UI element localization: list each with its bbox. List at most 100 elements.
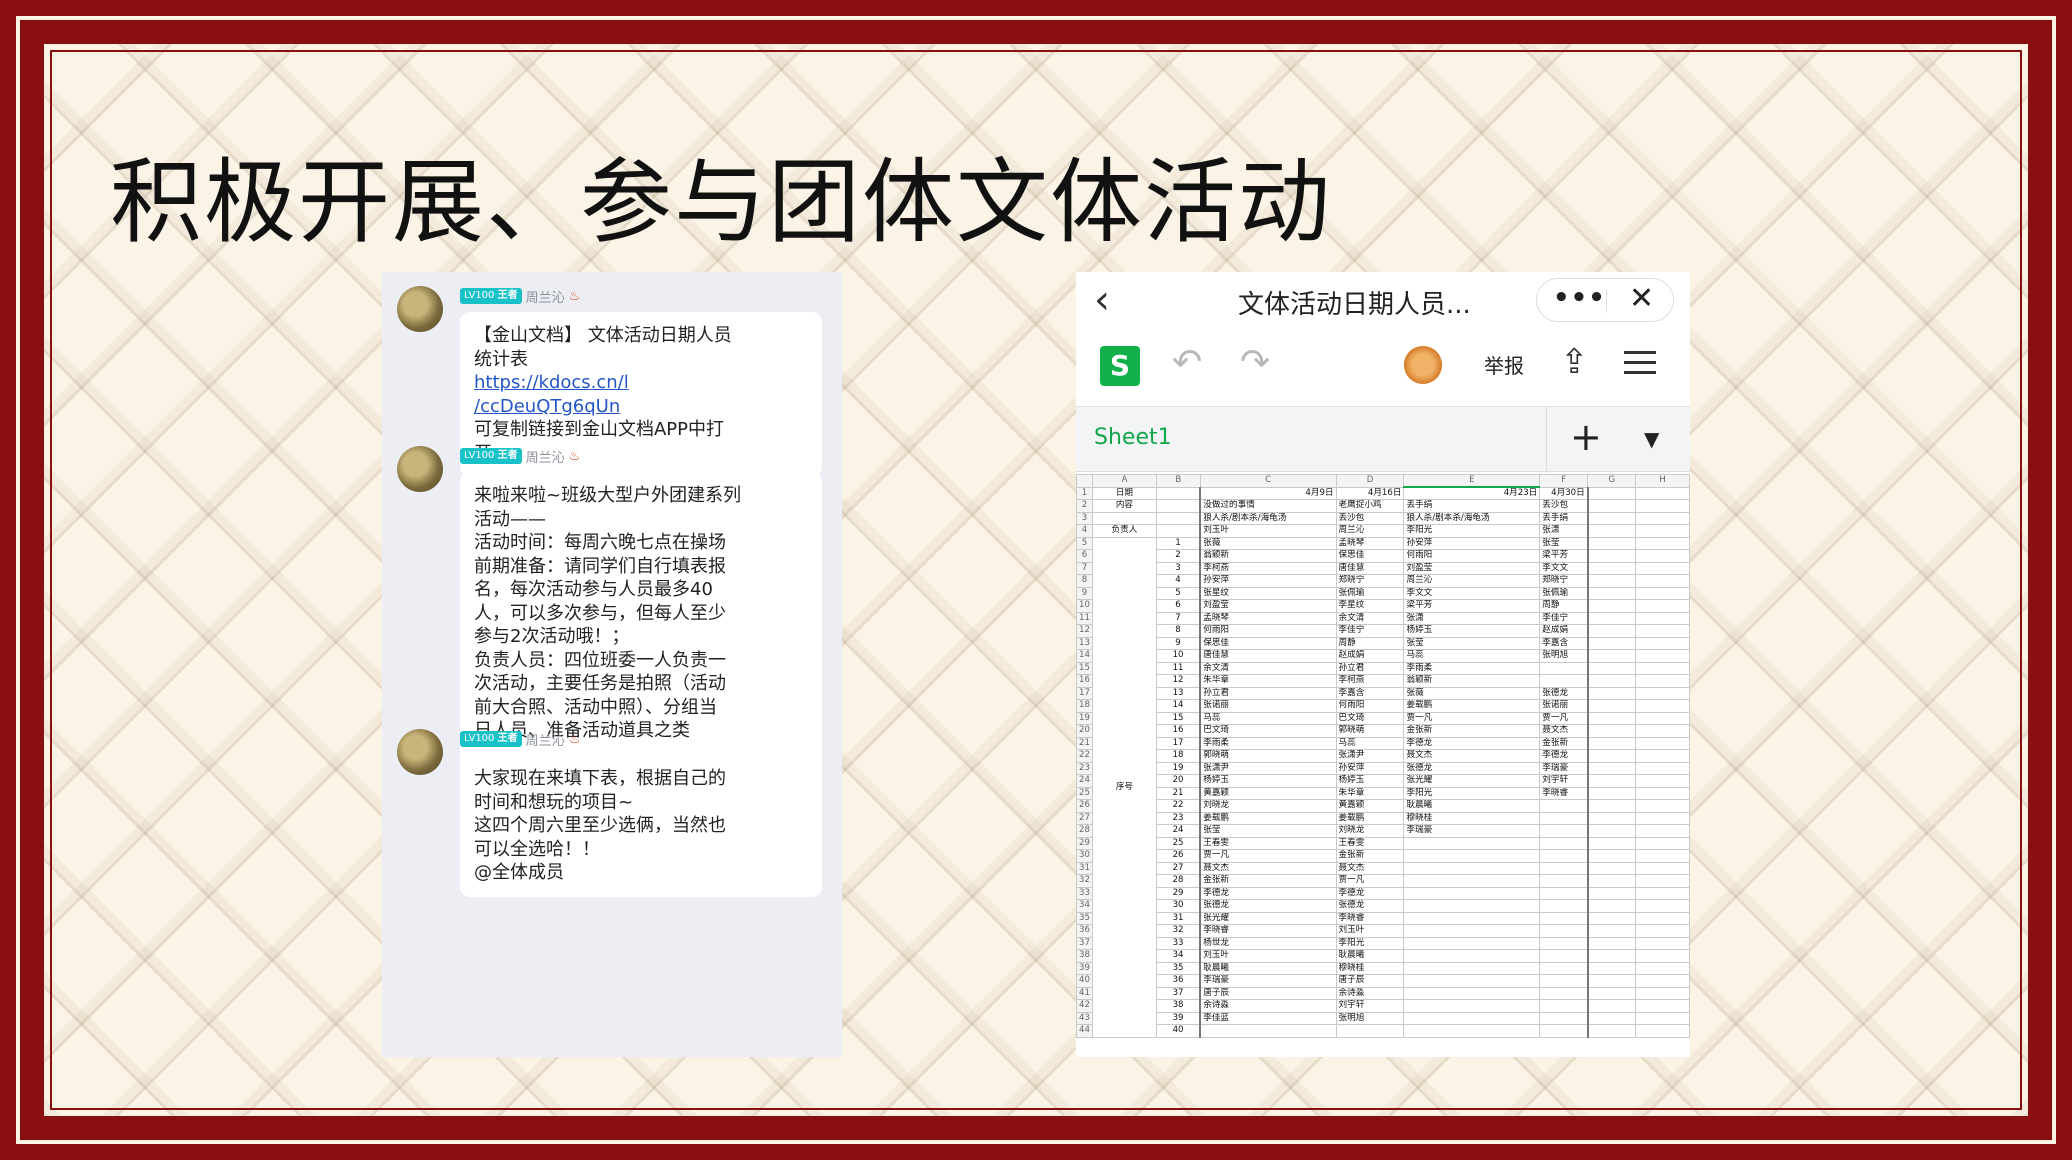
cell[interactable]: 刘晓龙 — [1199, 799, 1337, 813]
row-number[interactable]: 27 — [1076, 811, 1093, 825]
cell[interactable] — [1635, 524, 1690, 538]
cell[interactable]: 贾一凡 — [1335, 874, 1405, 888]
cell[interactable]: 郭晓萌 — [1335, 724, 1405, 738]
cell[interactable]: 21 — [1155, 786, 1202, 800]
cell[interactable]: 刘盈莹 — [1403, 561, 1541, 575]
cell[interactable]: 李佳宁 — [1539, 611, 1589, 625]
cell[interactable]: 孙安萍 — [1335, 761, 1405, 775]
cell[interactable] — [1403, 886, 1541, 900]
cell[interactable]: 马蕊 — [1335, 736, 1405, 750]
cell[interactable]: 李瑞豪 — [1403, 824, 1541, 838]
cell[interactable]: 贾一凡 — [1539, 711, 1589, 725]
cell[interactable]: 孟晓琴 — [1199, 611, 1337, 625]
cell[interactable] — [1635, 986, 1690, 1000]
cell[interactable]: 13 — [1155, 686, 1202, 700]
cell[interactable] — [1635, 711, 1690, 725]
cell[interactable]: 4月9日 — [1199, 486, 1337, 500]
cell[interactable]: 黄嘉颖 — [1199, 786, 1337, 800]
cell[interactable]: 李瑞豪 — [1539, 761, 1589, 775]
cell-table[interactable]: A B C D E F G H 1 日期 4月9日 4月16日 4月23日 4月30日 2 内容 没做过的事情老… — [1076, 474, 1690, 1038]
cell[interactable] — [1635, 799, 1690, 813]
cell[interactable]: 李文文 — [1539, 561, 1589, 575]
cell[interactable]: 李文文 — [1403, 586, 1541, 600]
cell[interactable] — [1587, 949, 1637, 963]
cell[interactable]: 贾一凡 — [1403, 711, 1541, 725]
cell[interactable]: 唐子辰 — [1335, 974, 1405, 988]
cell[interactable]: 姜载鹏 — [1335, 811, 1405, 825]
cell[interactable] — [1539, 799, 1589, 813]
cell[interactable] — [1587, 1011, 1637, 1025]
cell[interactable]: 李德龙 — [1199, 886, 1337, 900]
doc-link[interactable]: https://kdocs.cn/l — [474, 371, 808, 395]
cell[interactable] — [1335, 1024, 1405, 1038]
cell[interactable]: 张诺丽 — [1539, 699, 1589, 713]
cell[interactable] — [1155, 486, 1202, 500]
cell[interactable] — [1587, 1024, 1637, 1038]
cell[interactable] — [1403, 999, 1541, 1013]
cell[interactable]: 15 — [1155, 711, 1202, 725]
cell[interactable]: 张潇 — [1539, 524, 1589, 538]
cell[interactable]: 李柯燕 — [1199, 561, 1337, 575]
cell[interactable] — [1403, 974, 1541, 988]
cell[interactable] — [1587, 524, 1637, 538]
cell[interactable] — [1587, 911, 1637, 925]
corner-cell[interactable] — [1076, 474, 1093, 488]
cell[interactable]: 张德龙 — [1335, 899, 1405, 913]
cell[interactable] — [1635, 961, 1690, 975]
cell[interactable] — [1539, 836, 1589, 850]
cell[interactable]: 丢沙包 — [1539, 499, 1589, 513]
cell[interactable]: 李阳光 — [1403, 524, 1541, 538]
cell[interactable]: 丢手绢 — [1539, 511, 1589, 525]
cell[interactable]: 余诗淼 — [1199, 999, 1337, 1013]
cell[interactable]: 16 — [1155, 724, 1202, 738]
cell[interactable] — [1091, 511, 1157, 525]
cell[interactable]: 李瑞豪 — [1199, 974, 1337, 988]
redo-button[interactable]: ↷ — [1240, 342, 1270, 383]
cell[interactable]: 23 — [1155, 811, 1202, 825]
cell[interactable]: 1 — [1155, 536, 1202, 550]
cell[interactable] — [1539, 811, 1589, 825]
row-number[interactable]: 26 — [1076, 799, 1093, 813]
cell[interactable]: 赵成娟 — [1335, 649, 1405, 663]
cell[interactable]: 周兰沁 — [1335, 524, 1405, 538]
cell[interactable]: 李雨柔 — [1199, 736, 1337, 750]
cell[interactable]: 张星纹 — [1199, 586, 1337, 600]
cell[interactable] — [1587, 674, 1637, 688]
cell[interactable]: 37 — [1155, 986, 1202, 1000]
cell[interactable]: 李阳光 — [1335, 936, 1405, 950]
cell[interactable] — [1635, 686, 1690, 700]
row-number[interactable]: 28 — [1076, 824, 1093, 838]
cell[interactable]: 余文清 — [1335, 611, 1405, 625]
cell[interactable]: 何雨阳 — [1335, 699, 1405, 713]
row-number[interactable]: 14 — [1076, 649, 1093, 663]
cell[interactable]: 40 — [1155, 1024, 1202, 1038]
cell[interactable]: 王春雯 — [1335, 836, 1405, 850]
row-number[interactable]: 19 — [1076, 711, 1093, 725]
cell[interactable] — [1539, 661, 1589, 675]
cell[interactable] — [1587, 549, 1637, 563]
cell[interactable]: 李嘉含 — [1335, 686, 1405, 700]
cell[interactable] — [1587, 999, 1637, 1013]
cell[interactable]: 穆晓桂 — [1335, 961, 1405, 975]
tab-sheet1[interactable]: Sheet1 — [1094, 425, 1172, 450]
cell[interactable] — [1635, 486, 1690, 500]
more-button[interactable]: ••• — [1553, 283, 1606, 313]
message-bubble[interactable]: 大家现在来填下表，根据自己的 时间和想玩的项目~ 这四个周六里至少选俩，当然也 可以全… — [460, 755, 822, 897]
cell[interactable] — [1587, 799, 1637, 813]
sender-avatar[interactable] — [397, 286, 443, 332]
cell[interactable]: 李晓睿 — [1335, 911, 1405, 925]
cell[interactable]: 32 — [1155, 924, 1202, 938]
cell[interactable]: 李晓睿 — [1199, 924, 1337, 938]
report-button[interactable]: 举报 — [1484, 350, 1524, 379]
cell[interactable]: 3 — [1155, 561, 1202, 575]
cell[interactable]: 郑晓宁 — [1539, 574, 1589, 588]
cell[interactable]: 李阳光 — [1403, 786, 1541, 800]
user-avatar[interactable] — [1402, 346, 1444, 388]
cell[interactable] — [1587, 686, 1637, 700]
cell[interactable]: 周静 — [1539, 599, 1589, 613]
cell[interactable]: 34 — [1155, 949, 1202, 963]
cell[interactable]: 李雨柔 — [1403, 661, 1541, 675]
cell[interactable]: 30 — [1155, 899, 1202, 913]
row-number[interactable]: 3 — [1076, 511, 1093, 525]
cell[interactable] — [1587, 499, 1637, 513]
